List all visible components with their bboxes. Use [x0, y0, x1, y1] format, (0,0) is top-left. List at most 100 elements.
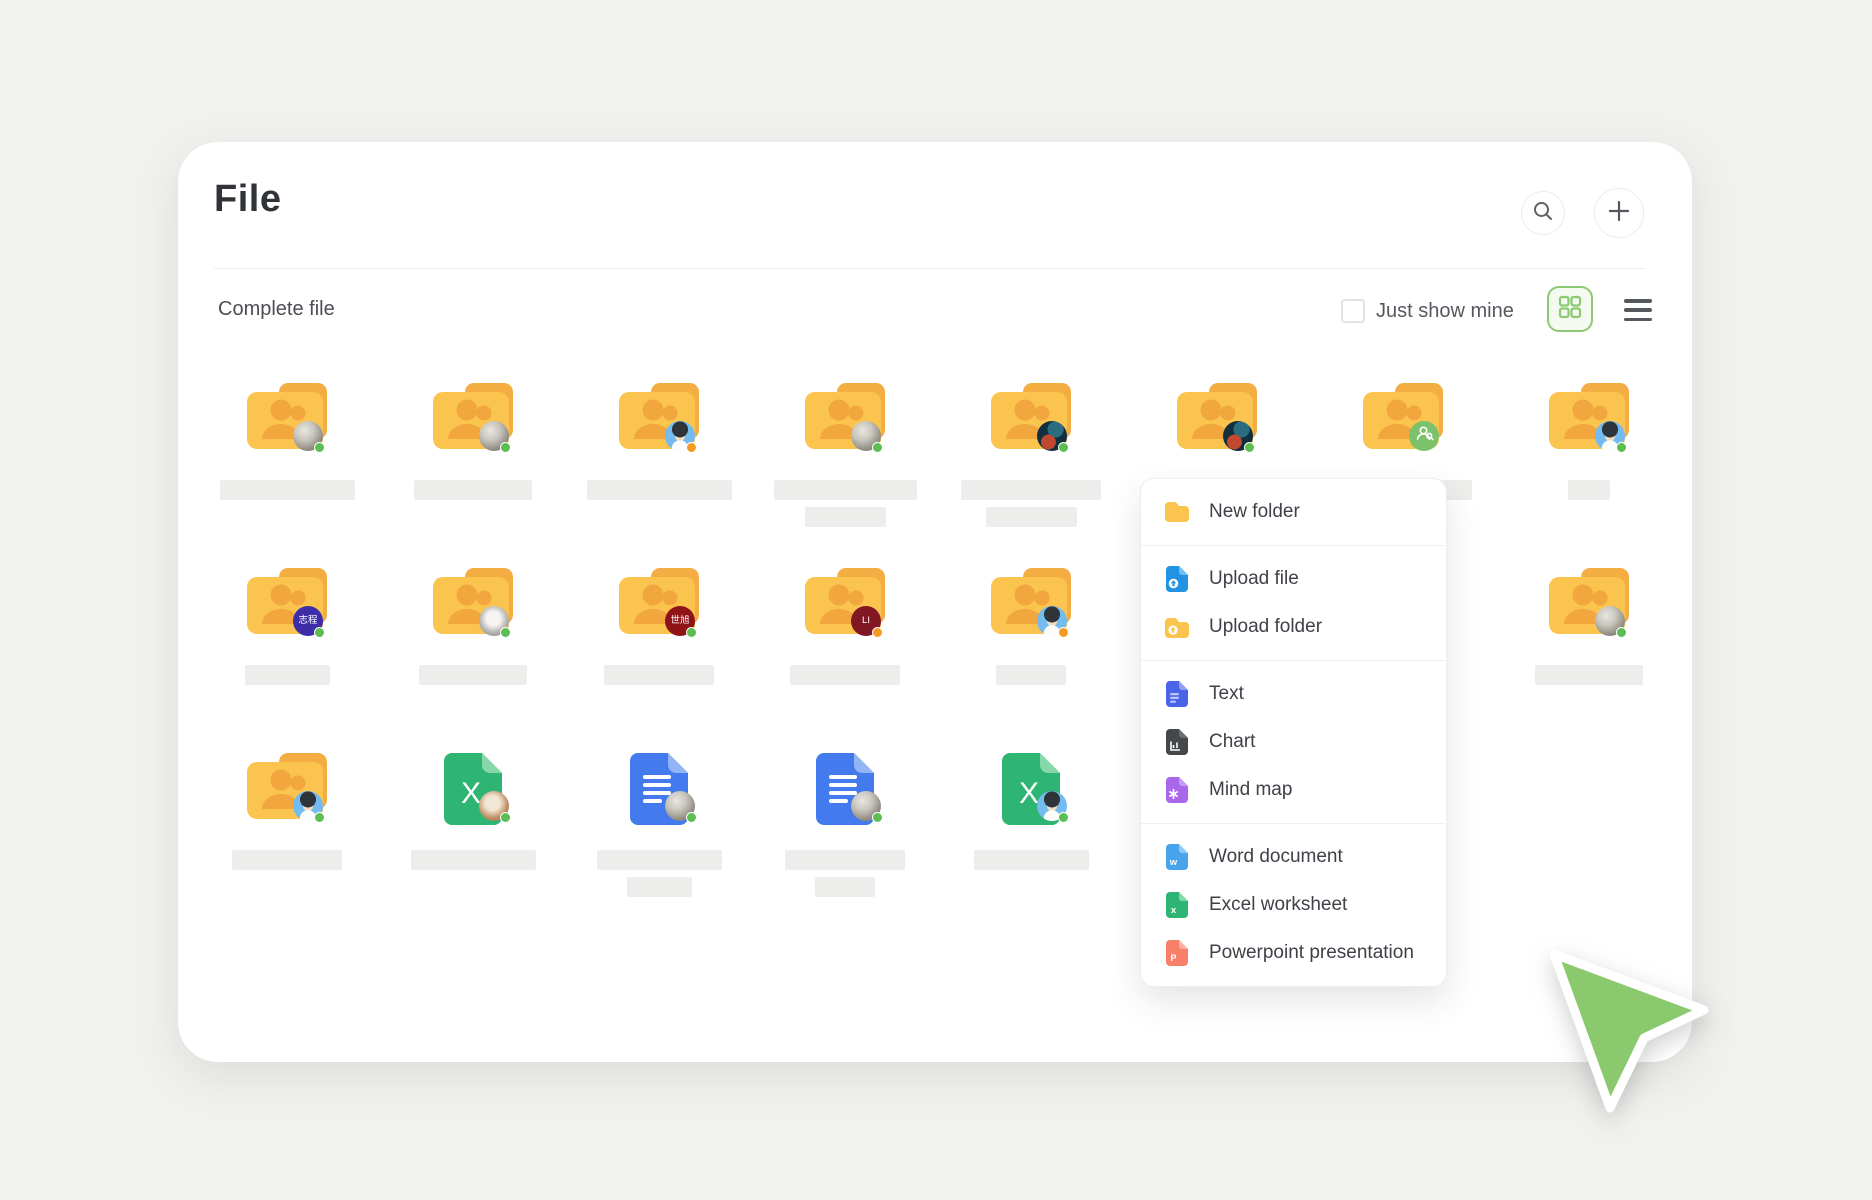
owner-avatar — [665, 421, 695, 451]
excel-file-icon: x — [1165, 892, 1189, 918]
menu-item-powerpoint-presentation[interactable]: P Powerpoint presentation — [1141, 929, 1446, 977]
shared-folder-item[interactable] — [752, 383, 938, 568]
menu-item-new-folder[interactable]: New folder — [1141, 488, 1446, 536]
upload-file-icon — [1165, 566, 1189, 592]
status-dot — [500, 812, 511, 823]
shared-folder-item[interactable] — [938, 568, 1124, 753]
owner-avatar — [851, 421, 881, 451]
file-name-placeholder — [627, 877, 692, 897]
status-dot — [314, 627, 325, 638]
shared-folder-item[interactable] — [194, 753, 380, 938]
menu-item-mind-map[interactable]: Mind map — [1141, 766, 1446, 814]
menu-item-chart[interactable]: Chart — [1141, 718, 1446, 766]
menu-item-excel-worksheet[interactable]: x Excel worksheet — [1141, 881, 1446, 929]
chart-file-icon — [1165, 729, 1189, 755]
shared-folder-item[interactable]: 世旭 — [566, 568, 752, 753]
status-dot — [1616, 442, 1627, 453]
menu-item-word-document[interactable]: w Word document — [1141, 833, 1446, 881]
doc-file-item[interactable] — [752, 753, 938, 938]
file-grid-row — [194, 383, 1682, 568]
file-name-placeholder — [974, 850, 1089, 870]
owner-avatar — [1037, 791, 1067, 821]
file-name-placeholder — [785, 850, 905, 870]
status-dot — [1244, 442, 1255, 453]
list-view-button[interactable] — [1624, 297, 1652, 323]
ppt-file-icon: P — [1165, 940, 1189, 966]
menu-item-text[interactable]: Text — [1141, 670, 1446, 718]
svg-text:w: w — [1169, 857, 1178, 868]
owner-avatar — [1037, 606, 1067, 636]
add-button[interactable] — [1594, 188, 1644, 238]
shared-folder-item[interactable] — [938, 383, 1124, 568]
shared-folder-item[interactable] — [194, 383, 380, 568]
svg-text:P: P — [1170, 953, 1176, 963]
owner-avatar — [665, 791, 695, 821]
shared-folder-item[interactable] — [566, 383, 752, 568]
doc-file-item[interactable] — [566, 753, 752, 938]
owner-avatar — [1223, 421, 1253, 451]
file-name-placeholder — [604, 665, 714, 685]
word-file-icon: w — [1165, 844, 1189, 870]
svg-text:X: X — [461, 777, 481, 810]
list-view-icon — [1624, 299, 1652, 303]
new-folder-icon — [1165, 502, 1189, 522]
file-name-placeholder — [587, 480, 732, 500]
status-dot — [1058, 627, 1069, 638]
file-manager-card: File Complete file Just show mine — [178, 142, 1692, 1062]
section-label: Complete file — [218, 298, 335, 321]
file-name-placeholder — [790, 665, 900, 685]
status-dot — [314, 442, 325, 453]
status-dot — [872, 442, 883, 453]
file-name-placeholder — [245, 665, 330, 685]
text-file-icon — [1165, 681, 1189, 707]
person-search-icon — [1415, 424, 1434, 448]
upload-folder-icon — [1165, 617, 1189, 638]
shared-folder-item[interactable] — [1496, 568, 1682, 753]
file-name-placeholder — [597, 850, 722, 870]
owner-avatar — [1595, 606, 1625, 636]
file-name-placeholder — [411, 850, 536, 870]
shared-folder-item[interactable] — [380, 568, 566, 753]
excel-file-item[interactable]: X — [938, 753, 1124, 938]
just-show-mine-checkbox[interactable] — [1341, 299, 1365, 323]
mind-map-icon — [1165, 777, 1189, 803]
file-name-placeholder — [774, 480, 917, 500]
status-dot — [686, 812, 697, 823]
shared-folder-item[interactable]: 志程 — [194, 568, 380, 753]
shared-folder-item[interactable] — [1496, 383, 1682, 568]
search-button[interactable] — [1521, 191, 1565, 235]
owner-avatar — [479, 791, 509, 821]
owner-avatar: 世旭 — [665, 606, 695, 636]
status-dot — [686, 627, 697, 638]
file-name-placeholder — [1535, 665, 1643, 685]
excel-file-item[interactable]: X — [380, 753, 566, 938]
share-badge — [1409, 421, 1439, 451]
file-name-placeholder — [419, 665, 527, 685]
page-title: File — [214, 178, 281, 221]
file-name-placeholder — [996, 665, 1066, 685]
header-divider — [214, 268, 1646, 269]
svg-text:x: x — [1171, 905, 1177, 916]
owner-avatar: 志程 — [293, 606, 323, 636]
status-dot — [872, 812, 883, 823]
just-show-mine-label[interactable]: Just show mine — [1376, 300, 1514, 323]
menu-item-upload-folder[interactable]: Upload folder — [1141, 603, 1446, 651]
file-name-placeholder — [986, 507, 1077, 527]
shared-folder-item[interactable] — [380, 383, 566, 568]
owner-avatar — [479, 421, 509, 451]
menu-item-upload-file[interactable]: Upload file — [1141, 555, 1446, 603]
file-grid-row: 志程 世旭 LI — [194, 568, 1682, 753]
owner-avatar — [1595, 421, 1625, 451]
magnifier-icon — [1532, 200, 1554, 227]
status-dot — [1058, 442, 1069, 453]
grid-view-button[interactable] — [1547, 286, 1593, 332]
shared-folder-item[interactable]: LI — [752, 568, 938, 753]
svg-text:X: X — [1019, 777, 1039, 810]
context-menu: New folder Upload file Upload folder Tex… — [1140, 478, 1447, 987]
status-dot — [1616, 627, 1627, 638]
plus-icon — [1608, 200, 1630, 227]
green-cursor-pointer — [1548, 946, 1720, 1118]
owner-avatar — [293, 421, 323, 451]
status-dot — [1058, 812, 1069, 823]
file-name-placeholder — [1568, 480, 1610, 500]
